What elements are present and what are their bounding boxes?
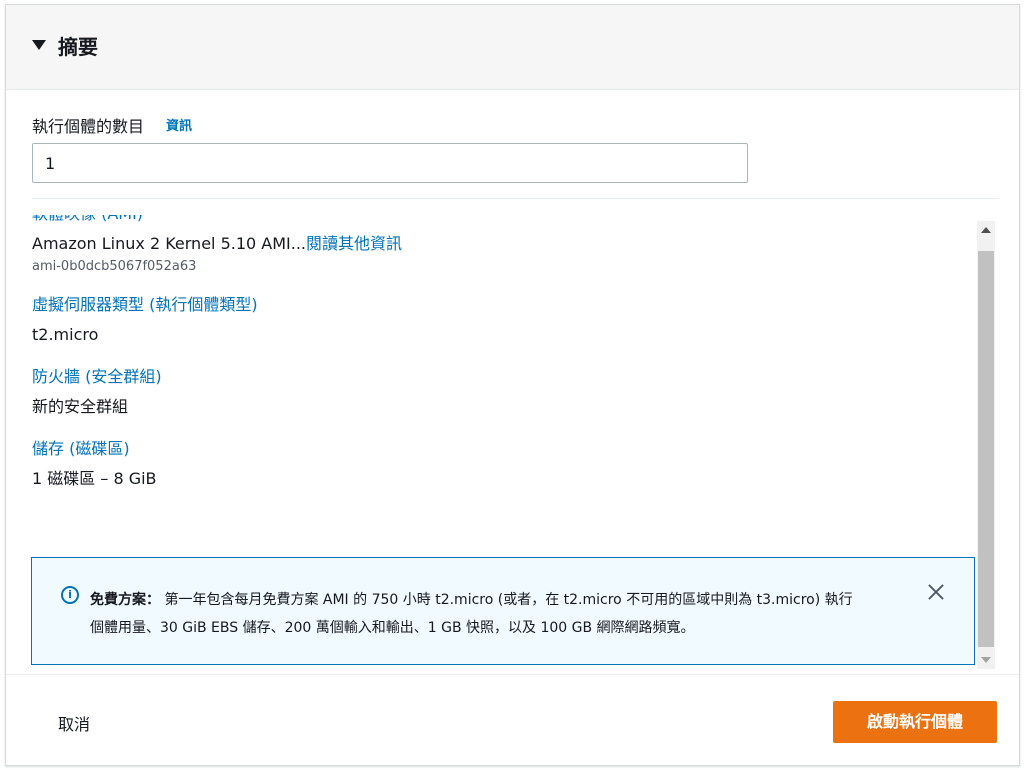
- instance-count-label: 執行個體的數目: [32, 117, 145, 136]
- cancel-button[interactable]: 取消: [58, 711, 90, 735]
- footer: 取消 啟動執行個體: [6, 674, 1019, 767]
- ami-label[interactable]: 軟體映像 (AMI): [32, 215, 972, 225]
- storage-label[interactable]: 儲存 (磁碟區): [32, 438, 972, 460]
- scrollbar[interactable]: [977, 221, 995, 669]
- instance-type-label[interactable]: 虛擬伺服器類型 (執行個體類型): [32, 294, 972, 316]
- alert-title: 免費方案：: [90, 592, 160, 608]
- scroll-up-icon[interactable]: [981, 227, 991, 233]
- instance-type-section: 虛擬伺服器類型 (執行個體類型) t2.micro: [32, 294, 972, 346]
- summary-panel: 摘要 執行個體的數目 資訊 軟體映像 (AMI) Amazon Linux 2 …: [5, 4, 1020, 766]
- scrollbar-thumb[interactable]: [978, 251, 994, 647]
- firewall-label[interactable]: 防火牆 (安全群組): [32, 366, 972, 388]
- info-icon: i: [61, 586, 79, 604]
- firewall-section: 防火牆 (安全群組) 新的安全群組: [32, 366, 972, 418]
- ami-id: ami-0b0dcb5067f052a63: [32, 259, 197, 274]
- ami-section: 軟體映像 (AMI) Amazon Linux 2 Kernel 5.10 AM…: [32, 215, 972, 274]
- summary-header[interactable]: 摘要: [6, 5, 1019, 90]
- alert-text-line2: 個體用量、30 GiB EBS 儲存、200 萬個輸入和輸出、1 GB 快照，以…: [90, 620, 695, 636]
- scroll-down-icon[interactable]: [981, 657, 991, 663]
- alert-text-line1: 第一年包含每月免費方案 AMI 的 750 小時 t2.micro (或者，在 …: [164, 592, 853, 608]
- firewall-value: 新的安全群組: [32, 397, 129, 416]
- free-tier-alert: i 免費方案： 第一年包含每月免費方案 AMI 的 750 小時 t2.micr…: [31, 557, 975, 665]
- launch-instance-button[interactable]: 啟動執行個體: [833, 701, 997, 743]
- instance-count-input[interactable]: [32, 143, 748, 183]
- alert-message: 免費方案： 第一年包含每月免費方案 AMI 的 750 小時 t2.micro …: [90, 586, 900, 642]
- caret-down-icon[interactable]: [32, 40, 46, 50]
- divider: [32, 198, 999, 199]
- close-icon[interactable]: [924, 580, 948, 604]
- storage-section: 儲存 (磁碟區) 1 磁碟區 – 8 GiB: [32, 438, 972, 490]
- instance-type-value: t2.micro: [32, 325, 99, 344]
- summary-title: 摘要: [58, 35, 98, 59]
- ami-read-more-link[interactable]: 閱讀其他資訊: [306, 234, 402, 253]
- instance-count-info-link[interactable]: 資訊: [166, 115, 192, 134]
- ami-name: Amazon Linux 2 Kernel 5.10 AMI...: [32, 234, 306, 253]
- ami-value: Amazon Linux 2 Kernel 5.10 AMI...閱讀其他資訊: [32, 233, 972, 255]
- storage-value: 1 磁碟區 – 8 GiB: [32, 469, 157, 488]
